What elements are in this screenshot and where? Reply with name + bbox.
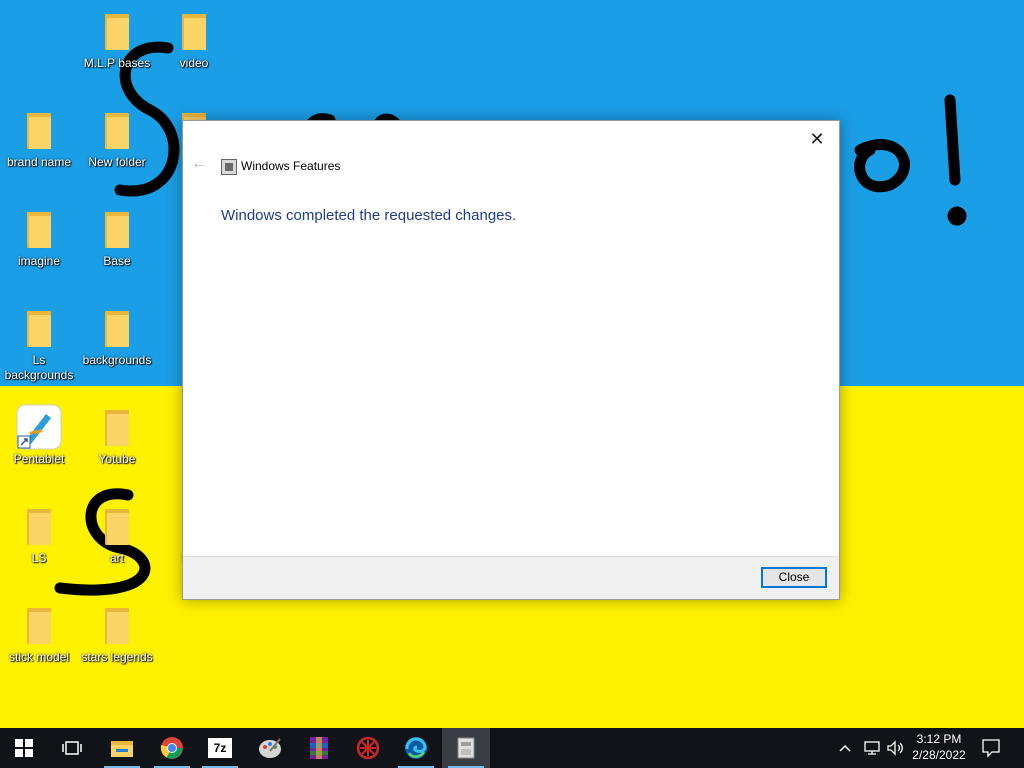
7zip-button[interactable]: 7z	[196, 728, 244, 768]
edge-icon	[405, 737, 427, 759]
notification-icon	[982, 739, 1000, 758]
dialog-title: Windows Features	[241, 159, 341, 173]
desktop-icon-new-folder[interactable]: New folder	[78, 109, 156, 170]
desktop-icon-label: video	[179, 56, 209, 70]
clock-date: 2/28/2022	[912, 748, 966, 762]
folder-icon	[23, 307, 55, 351]
task-view-icon	[62, 741, 82, 755]
desktop-icon-label: Pentablet	[13, 452, 65, 466]
folder-icon	[178, 10, 210, 54]
folder-icon	[101, 307, 133, 351]
winrar-button[interactable]	[295, 728, 343, 768]
speaker-icon	[887, 740, 903, 756]
volume-tray-button[interactable]	[885, 738, 905, 758]
desktop-icon-label: M.L.P bases	[83, 56, 151, 70]
paint-button[interactable]	[246, 728, 294, 768]
close-button[interactable]: Close	[761, 567, 827, 588]
desktop-icon-art[interactable]: art	[78, 505, 156, 566]
action-center-button[interactable]	[980, 737, 1002, 759]
folder-icon	[101, 406, 133, 450]
pentablet-icon	[16, 404, 62, 450]
task-view-button[interactable]	[48, 728, 96, 768]
7zip-icon: 7z	[208, 738, 232, 758]
start-button[interactable]	[0, 728, 48, 768]
desktop-icon-mlp-bases[interactable]: M.L.P bases	[78, 10, 156, 71]
desktop-icon-label: Yotube	[98, 452, 136, 466]
folder-icon	[101, 604, 133, 648]
dialog-footer: Close	[183, 556, 839, 599]
start-icon	[15, 739, 33, 757]
paint-icon	[259, 738, 281, 758]
desktop-icon-yotube[interactable]: Yotube	[78, 406, 156, 467]
chevron-up-icon	[839, 744, 851, 752]
network-tray-button[interactable]	[862, 738, 882, 758]
show-hidden-icons-chevron[interactable]	[838, 738, 854, 758]
red-app-icon	[356, 736, 380, 760]
desktop-icon-base[interactable]: Base	[78, 208, 156, 269]
close-icon[interactable]: ✕	[803, 126, 831, 152]
desktop-icon-label: art	[109, 551, 124, 565]
desktop-icon-label: Base	[103, 254, 131, 268]
folder-icon	[23, 604, 55, 648]
winrar-icon	[310, 737, 328, 759]
chrome-button[interactable]	[148, 728, 196, 768]
desktop-icon-video[interactable]: video	[155, 10, 233, 71]
file-explorer-icon	[111, 741, 133, 757]
network-icon	[864, 741, 880, 755]
file-explorer-button[interactable]	[98, 728, 146, 768]
desktop-icon-backgrounds[interactable]: backgrounds	[78, 307, 156, 368]
clock-time: 3:12 PM	[916, 732, 962, 746]
desktop-icon-stick-model[interactable]: stick model	[0, 604, 78, 665]
chrome-icon	[160, 737, 183, 759]
windows-features-taskbar-button[interactable]	[442, 728, 490, 768]
desktop-icon-pentablet[interactable]: Pentablet	[0, 404, 78, 467]
desktop-icon-label: brand name	[6, 155, 72, 169]
folder-icon	[23, 505, 55, 549]
edge-button[interactable]	[392, 728, 440, 768]
desktop-icon-ls[interactable]: LS	[0, 505, 78, 566]
folder-icon	[101, 208, 133, 252]
desktop-icon-brand-name[interactable]: brand name	[0, 109, 78, 170]
desktop-icon-label: stick model	[8, 650, 70, 664]
desktop-icon-label: LS	[31, 551, 47, 565]
desktop-icon-imagine[interactable]: imagine	[0, 208, 78, 269]
completion-message: Windows completed the requested changes.	[221, 207, 517, 224]
taskbar: 7z 3:12 PM 2/28/2022	[0, 728, 1024, 768]
folder-icon	[23, 109, 55, 153]
windows-features-dialog: ✕ ← Windows Features Windows completed t…	[182, 120, 840, 600]
windows-features-icon	[221, 159, 237, 175]
desktop-icon-label: Ls backgrounds	[4, 353, 74, 382]
clock[interactable]: 3:12 PM 2/28/2022	[906, 731, 972, 763]
folder-icon	[101, 10, 133, 54]
windows-features-icon	[457, 737, 475, 759]
red-app-button[interactable]	[344, 728, 392, 768]
folder-icon	[101, 109, 133, 153]
desktop-icon-ls-backgrounds[interactable]: Ls backgrounds	[0, 307, 78, 383]
folder-icon	[101, 505, 133, 549]
desktop-icon-label: imagine	[17, 254, 61, 268]
desktop-icon-label: New folder	[88, 155, 146, 169]
desktop-icon-stars-legends[interactable]: stars legends	[78, 604, 156, 665]
desktop-icon-label: backgrounds	[82, 353, 152, 367]
back-arrow-icon[interactable]: ←	[191, 155, 207, 173]
folder-icon	[23, 208, 55, 252]
desktop-icon-label: stars legends	[81, 650, 153, 664]
